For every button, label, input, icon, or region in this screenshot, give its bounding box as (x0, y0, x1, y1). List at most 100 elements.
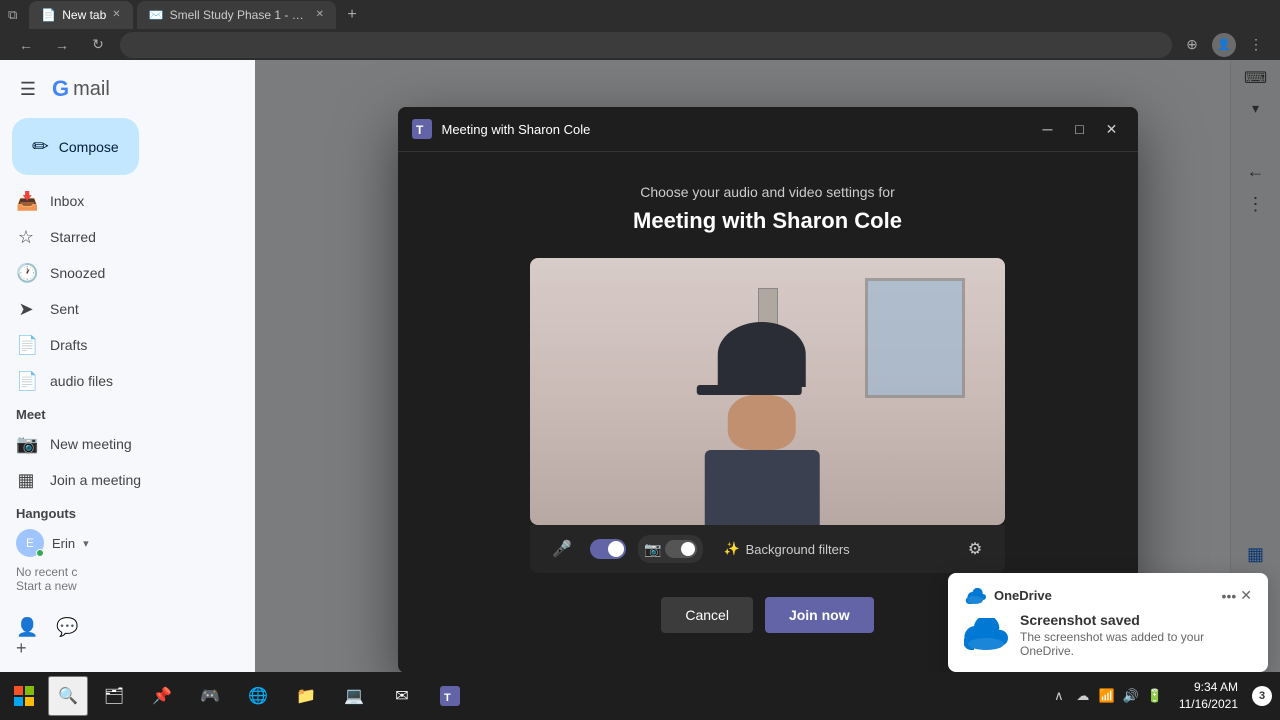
tab-gmail-close-button[interactable]: ✕ (316, 9, 324, 20)
taskbar-item-files[interactable]: 📁 (284, 674, 328, 718)
video-section: 🎤 (530, 258, 1005, 573)
sidebar-item-snoozed[interactable]: 🕐 Snoozed (0, 255, 239, 291)
inbox-label: Inbox (50, 193, 84, 209)
audio-files-icon: 📄 (16, 371, 36, 392)
clock-date: 11/16/2021 (1179, 696, 1238, 713)
bg-filters-label: Background filters (746, 542, 850, 557)
starred-label: Starred (50, 229, 96, 245)
modal-titlebar: T Meeting with Sharon Cole ─ □ ✕ (398, 107, 1138, 152)
notification-app-name: OneDrive (994, 588, 1052, 603)
titlebar-left: T Meeting with Sharon Cole (410, 117, 591, 141)
taskbar-item-device[interactable]: 💻 (332, 674, 376, 718)
teams-logo-icon: T (410, 117, 434, 141)
mic-toggle[interactable] (590, 539, 626, 559)
restore-window-icon[interactable]: ⧉ (8, 7, 17, 23)
taskbar-item-file-explorer[interactable]: 🗂 (92, 674, 136, 718)
extensions-button[interactable]: ⊕ (1180, 33, 1204, 57)
sidebar-bottom-icons: 👤+ 💬 (0, 609, 255, 649)
add-people-icon[interactable]: 👤+ (16, 617, 40, 641)
menu-button[interactable]: ⋮ (1244, 33, 1268, 57)
close-button[interactable]: ✕ (1098, 115, 1126, 143)
taskbar-right: ∧ ☁ 📶 🔊 🔋 9:34 AM 11/16/2021 3 (1049, 679, 1280, 713)
back-button[interactable]: ← (12, 31, 40, 59)
onedrive-logo-icon (964, 588, 986, 604)
hangouts-dropdown-icon[interactable]: ▾ (83, 537, 89, 550)
sidebar-item-inbox[interactable]: 📥 Inbox (0, 183, 239, 219)
nav-icons-right: ⊕ 👤 ⋮ (1180, 33, 1268, 57)
audio-files-label: audio files (50, 373, 113, 389)
sidebar-item-audio-files[interactable]: 📄 audio files (0, 363, 239, 399)
body (704, 450, 819, 525)
new-meeting-icon: 📷 (16, 434, 36, 455)
notification-badge[interactable]: 3 (1252, 686, 1272, 706)
drafts-icon: 📄 (16, 335, 36, 356)
background-filters-button[interactable]: ✨ Background filters (715, 537, 857, 561)
tab-favicon: 📄 (41, 8, 56, 22)
sidebar-item-new-meeting[interactable]: 📷 New meeting (0, 426, 239, 462)
join-meeting-icon: ▦ (16, 470, 36, 491)
hangouts-no-recent: No recent c Start a new (16, 565, 239, 593)
network-icon[interactable]: 📶 (1097, 686, 1117, 706)
new-meeting-label: New meeting (50, 436, 132, 452)
svg-text:T: T (416, 123, 424, 137)
microphone-button[interactable]: 🎤 (546, 533, 578, 565)
join-meeting-label: Join a meeting (50, 472, 141, 488)
onedrive-systray-icon[interactable]: ☁ (1073, 686, 1093, 706)
start-button[interactable] (0, 672, 48, 720)
camera-group[interactable]: 📷 (638, 535, 703, 563)
hat-brim (696, 385, 801, 395)
taskbar-item-edge[interactable]: 🌐 (236, 674, 280, 718)
starred-icon: ☆ (16, 227, 36, 248)
refresh-button[interactable]: ↻ (84, 31, 112, 59)
taskbar-item-mail[interactable]: ✉ (380, 674, 424, 718)
notification-title: Screenshot saved (1020, 612, 1252, 628)
battery-icon[interactable]: 🔋 (1145, 686, 1165, 706)
profile-avatar[interactable]: 👤 (1212, 33, 1236, 57)
hangouts-username: Erin (52, 536, 75, 551)
settings-button[interactable]: ⚙ (961, 535, 989, 563)
taskbar-item-teams[interactable]: T (428, 674, 472, 718)
mic-toggle-track (590, 539, 626, 559)
notification-cloud-icon (964, 618, 1008, 650)
clock-time: 9:34 AM (1179, 679, 1238, 696)
taskbar-clock[interactable]: 9:34 AM 11/16/2021 (1171, 679, 1246, 713)
new-tab-button[interactable]: + (340, 3, 364, 27)
forward-button[interactable]: → (48, 31, 76, 59)
tab-label: New tab (62, 8, 106, 22)
nav-bar: ← → ↻ ⊕ 👤 ⋮ (0, 30, 1280, 60)
camera-toggle[interactable] (665, 540, 697, 558)
taskbar-item-pinned1[interactable]: 📌 (140, 674, 184, 718)
sidebar-item-drafts[interactable]: 📄 Drafts (0, 327, 239, 363)
volume-icon[interactable]: 🔊 (1121, 686, 1141, 706)
tab-gmail-label: Smell Study Phase 1 - duplicitya... (170, 8, 310, 22)
browser-chrome: ⧉ 📄 New tab ✕ ✉️ Smell Study Phase 1 - d… (0, 0, 1280, 60)
maximize-button[interactable]: □ (1066, 115, 1094, 143)
chat-icon[interactable]: 💬 (56, 617, 80, 641)
tab-gmail[interactable]: ✉️ Smell Study Phase 1 - duplicitya... ✕ (137, 1, 336, 29)
sent-label: Sent (50, 301, 79, 317)
gmail-sidebar: ☰ G mail ✏ Compose 📥 Inbox ☆ Starred 🕐 S… (0, 60, 255, 720)
tab-gmail-favicon: ✉️ (149, 8, 164, 22)
sidebar-item-sent[interactable]: ➤ Sent (0, 291, 239, 327)
snoozed-label: Snoozed (50, 265, 105, 281)
titlebar-title: Meeting with Sharon Cole (442, 122, 591, 137)
hamburger-menu[interactable]: ☰ (16, 77, 40, 101)
sidebar-item-join-meeting[interactable]: ▦ Join a meeting (0, 462, 239, 498)
address-bar[interactable] (120, 32, 1172, 58)
join-now-button[interactable]: Join now (765, 597, 874, 633)
tab-close-button[interactable]: ✕ (112, 9, 120, 20)
mic-toggle-container (590, 539, 626, 559)
search-button[interactable]: 🔍 (48, 676, 88, 716)
minimize-button[interactable]: ─ (1034, 115, 1062, 143)
compose-button[interactable]: ✏ Compose (12, 118, 139, 175)
taskbar-item-xbox[interactable]: 🎮 (188, 674, 232, 718)
notification-close-button[interactable]: ✕ (1240, 587, 1252, 604)
notification-menu-button[interactable]: ••• (1222, 587, 1237, 604)
systray-arrow-icon[interactable]: ∧ (1049, 686, 1069, 706)
sidebar-item-starred[interactable]: ☆ Starred (0, 219, 239, 255)
hangouts-avatar[interactable]: E (16, 529, 44, 557)
tab-new-tab[interactable]: 📄 New tab ✕ (29, 1, 132, 29)
sidebar-header: ☰ G mail (0, 68, 255, 110)
cancel-button[interactable]: Cancel (661, 597, 753, 633)
compose-plus-icon: ✏ (32, 134, 49, 159)
